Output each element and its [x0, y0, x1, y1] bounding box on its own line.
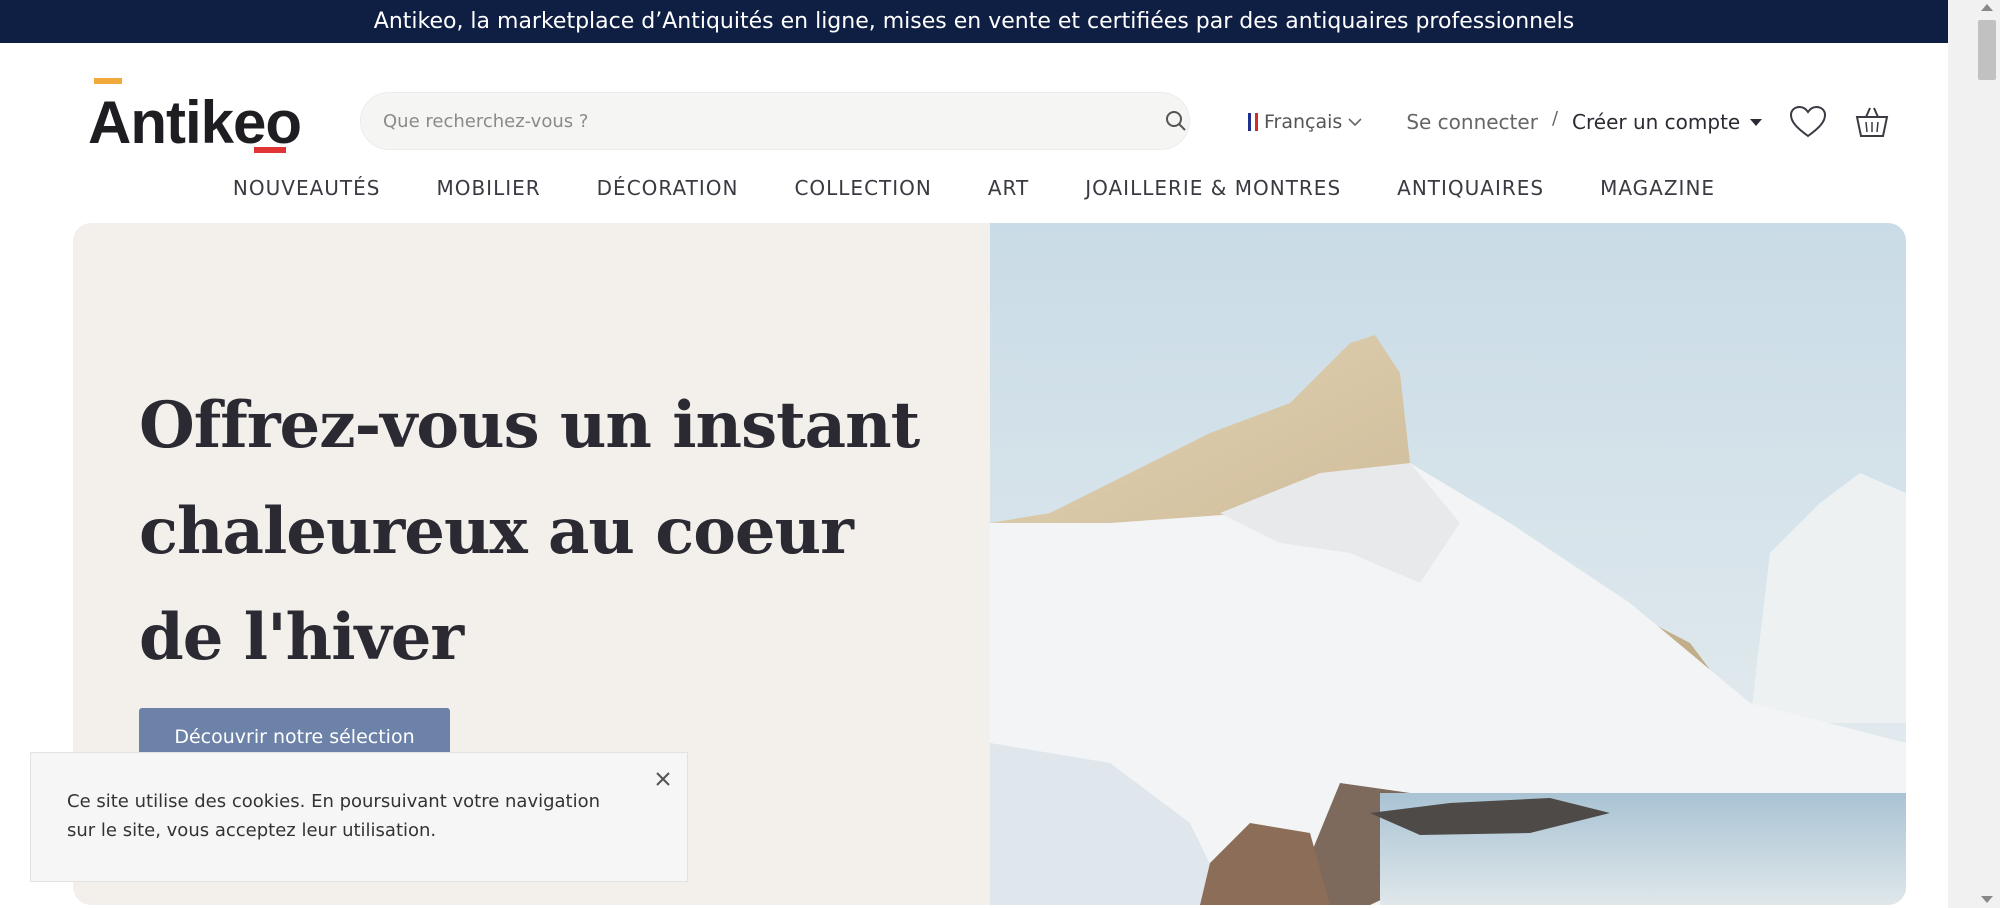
logo-accent-bottom [254, 147, 286, 153]
basket-icon[interactable] [1852, 102, 1892, 142]
hero-title: Offrez-vous un instant chaleureux au coe… [139, 388, 920, 675]
signup-label: Créer un compte [1572, 110, 1741, 134]
language-selector[interactable]: Français [1248, 111, 1362, 133]
cookie-notice: Ce site utilise des cookies. En poursuiv… [30, 752, 688, 882]
close-icon[interactable] [651, 767, 675, 791]
language-label: Français [1264, 111, 1343, 133]
header-actions: Français Se connecter / Créer un compte [1248, 96, 1892, 148]
search-icon[interactable] [1160, 102, 1192, 140]
nav-item-collection[interactable]: COLLECTION [794, 168, 931, 210]
nav-item-decoration[interactable]: DÉCORATION [597, 168, 739, 210]
french-flag-icon [1248, 113, 1258, 131]
signup-link[interactable]: Créer un compte [1572, 110, 1763, 134]
nav-item-joaillerie[interactable]: JOAILLERIE & MONTRES [1085, 168, 1341, 210]
account-separator: / [1551, 107, 1559, 129]
page-scrollbar[interactable] [1948, 0, 2000, 908]
search-bar [360, 92, 1190, 150]
scrollbar-thumb[interactable] [1978, 20, 1996, 80]
nav-item-antiquaires[interactable]: ANTIQUAIRES [1397, 168, 1544, 210]
logo-accent-top [94, 78, 122, 84]
heart-icon[interactable] [1788, 102, 1828, 142]
main-nav: NOUVEAUTÉS MOBILIER DÉCORATION COLLECTIO… [0, 168, 1948, 210]
login-link[interactable]: Se connecter [1406, 110, 1538, 134]
search-input[interactable] [383, 110, 1123, 132]
top-banner: Antikeo, la marketplace d’Antiquités en … [0, 0, 1948, 43]
site-logo[interactable]: Antikeo [88, 78, 302, 158]
nav-item-nouveautes[interactable]: NOUVEAUTÉS [233, 168, 381, 210]
top-banner-text: Antikeo, la marketplace d’Antiquités en … [373, 9, 1575, 34]
cookie-text: Ce site utilise des cookies. En poursuiv… [67, 791, 601, 841]
chevron-down-icon [1348, 118, 1362, 127]
nav-item-mobilier[interactable]: MOBILIER [436, 168, 540, 210]
scroll-up-icon[interactable] [1981, 4, 1993, 11]
nav-item-magazine[interactable]: MAGAZINE [1600, 168, 1715, 210]
caret-down-icon [1750, 118, 1763, 126]
nav-item-art[interactable]: ART [988, 168, 1029, 210]
hero-painting [990, 223, 1906, 905]
scroll-down-icon[interactable] [1981, 896, 1993, 903]
